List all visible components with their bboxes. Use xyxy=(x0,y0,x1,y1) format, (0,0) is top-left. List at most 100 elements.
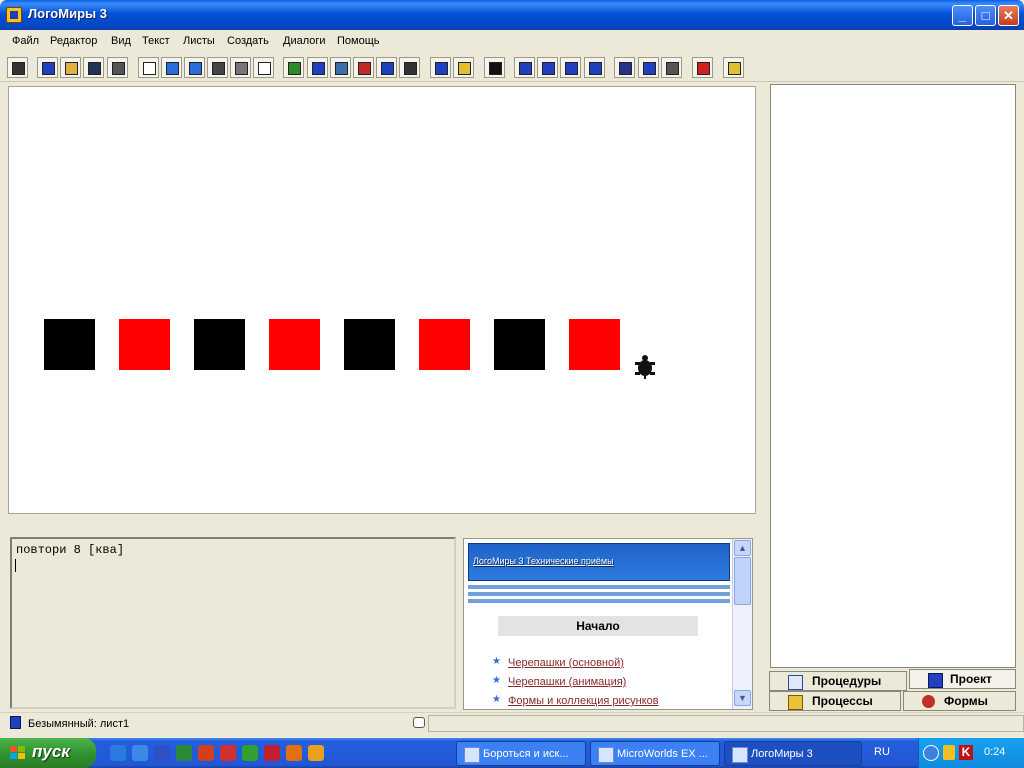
pointer-button[interactable] xyxy=(7,57,28,78)
divider xyxy=(468,585,730,589)
drawing-canvas[interactable] xyxy=(8,86,756,514)
start-button[interactable]: пуск xyxy=(0,738,96,768)
music-icon xyxy=(381,62,394,75)
stamp-icon xyxy=(519,62,532,75)
divider xyxy=(468,592,730,596)
tab-processes[interactable]: Процессы xyxy=(769,691,901,711)
grid-button[interactable] xyxy=(230,57,251,78)
arrow-right-button[interactable] xyxy=(184,57,205,78)
button-button[interactable] xyxy=(353,57,374,78)
save-button[interactable] xyxy=(83,57,104,78)
stamp-button[interactable] xyxy=(514,57,535,78)
select-button[interactable] xyxy=(484,57,505,78)
tray-arrow-icon[interactable] xyxy=(923,745,939,761)
clipboard-button[interactable] xyxy=(661,57,682,78)
window-icon xyxy=(464,747,480,763)
paint-icon[interactable] xyxy=(286,745,302,761)
rectangle-button[interactable] xyxy=(253,57,274,78)
tab-label: Процессы xyxy=(812,694,873,708)
project-icon xyxy=(928,673,943,688)
minimize-button[interactable]: _ xyxy=(952,5,973,26)
slider-icon xyxy=(335,62,348,75)
paste-button[interactable] xyxy=(430,57,451,78)
help-link-turtles-animation[interactable]: Черепашки (анимация) xyxy=(508,676,626,688)
system-tray: K xyxy=(918,738,1024,768)
task-button-3[interactable]: ЛогоМиры 3 xyxy=(724,741,862,766)
shield-icon[interactable] xyxy=(943,745,955,760)
draw-button[interactable] xyxy=(399,57,420,78)
app-icon[interactable] xyxy=(6,7,22,23)
tab-procedures[interactable]: Процедуры xyxy=(769,671,907,691)
menu-file[interactable]: Файл xyxy=(12,35,39,47)
scroll-down-icon[interactable]: ▼ xyxy=(734,690,751,706)
print-button[interactable] xyxy=(107,57,128,78)
window-button[interactable] xyxy=(207,57,228,78)
project-panel[interactable] xyxy=(770,84,1016,668)
maximize-button[interactable]: □ xyxy=(975,5,996,26)
cut-button[interactable] xyxy=(614,57,635,78)
new-page-button[interactable] xyxy=(138,57,159,78)
help-panel[interactable]: ЛогоМиры 3 Технические приёмы Начало ★ Ч… xyxy=(463,538,753,710)
help-scrollbar[interactable]: ▲ ▼ xyxy=(732,539,752,709)
drawn-square xyxy=(419,319,470,370)
task-button-2[interactable]: MicroWorlds EX ... xyxy=(590,741,720,766)
command-text[interactable]: повтори 8 [ква] xyxy=(16,543,124,557)
task-label: MicroWorlds EX ... xyxy=(617,748,708,760)
scroll-up-icon[interactable]: ▲ xyxy=(734,540,751,556)
zoom-out-button[interactable] xyxy=(560,57,581,78)
language-indicator[interactable]: RU xyxy=(874,746,890,758)
tab-project[interactable]: Проект xyxy=(909,669,1016,689)
help-link-shapes[interactable]: Формы и коллекция рисунков xyxy=(508,695,659,707)
task-label: Бороться и иск... xyxy=(483,748,569,760)
task-button-1[interactable]: Бороться и иск... xyxy=(456,741,586,766)
menu-view[interactable]: Вид xyxy=(111,35,131,47)
eye-button[interactable] xyxy=(584,57,605,78)
word-icon[interactable] xyxy=(154,745,170,761)
menu-editor[interactable]: Редактор xyxy=(50,35,97,47)
browser-icon[interactable] xyxy=(132,745,148,761)
text-box-icon xyxy=(312,62,325,75)
project-icon xyxy=(42,62,55,75)
menu-text[interactable]: Текст xyxy=(142,35,170,47)
help-link-turtles-basic[interactable]: Черепашки (основной) xyxy=(508,657,624,669)
help-button[interactable] xyxy=(723,57,744,78)
title-bar[interactable] xyxy=(0,0,1024,30)
open-button[interactable] xyxy=(60,57,81,78)
scroll-thumb[interactable] xyxy=(734,557,751,605)
paint-button[interactable] xyxy=(453,57,474,78)
windows-logo-icon xyxy=(10,746,25,759)
paint-icon xyxy=(458,62,471,75)
tab-shapes[interactable]: Формы xyxy=(903,691,1016,711)
grid-icon xyxy=(235,62,248,75)
splitter[interactable] xyxy=(8,520,760,534)
messenger-icon[interactable] xyxy=(242,745,258,761)
ie-icon[interactable] xyxy=(110,745,126,761)
help-banner-title: ЛогоМиры 3 Технические приёмы xyxy=(473,556,614,566)
clock-icon[interactable] xyxy=(308,745,324,761)
excel-icon[interactable] xyxy=(176,745,192,761)
turtle-button[interactable] xyxy=(283,57,304,78)
speech-bubble-icon[interactable] xyxy=(413,717,425,728)
menu-pages[interactable]: Листы xyxy=(183,35,215,47)
powerpoint-icon[interactable] xyxy=(198,745,214,761)
text-box-button[interactable] xyxy=(307,57,328,78)
stop-button[interactable] xyxy=(692,57,713,78)
star-icon: ★ xyxy=(492,694,501,705)
copy-button[interactable] xyxy=(638,57,659,78)
zoom-in-button[interactable] xyxy=(537,57,558,78)
close-button[interactable]: ✕ xyxy=(998,5,1019,26)
opera-icon[interactable] xyxy=(264,745,280,761)
status-text: Безымянный: лист1 xyxy=(28,718,130,730)
menu-create[interactable]: Создать xyxy=(227,35,269,47)
menu-dialogs[interactable]: Диалоги xyxy=(283,35,326,47)
turtle-icon[interactable] xyxy=(635,355,655,379)
antivirus-icon[interactable]: K xyxy=(959,745,973,760)
music-button[interactable] xyxy=(376,57,397,78)
command-center[interactable]: повтори 8 [ква] xyxy=(10,537,456,709)
drawn-square xyxy=(44,319,95,370)
menu-help[interactable]: Помощь xyxy=(337,35,380,47)
project-button[interactable] xyxy=(37,57,58,78)
flash-icon[interactable] xyxy=(220,745,236,761)
arrow-left-button[interactable] xyxy=(161,57,182,78)
slider-button[interactable] xyxy=(330,57,351,78)
